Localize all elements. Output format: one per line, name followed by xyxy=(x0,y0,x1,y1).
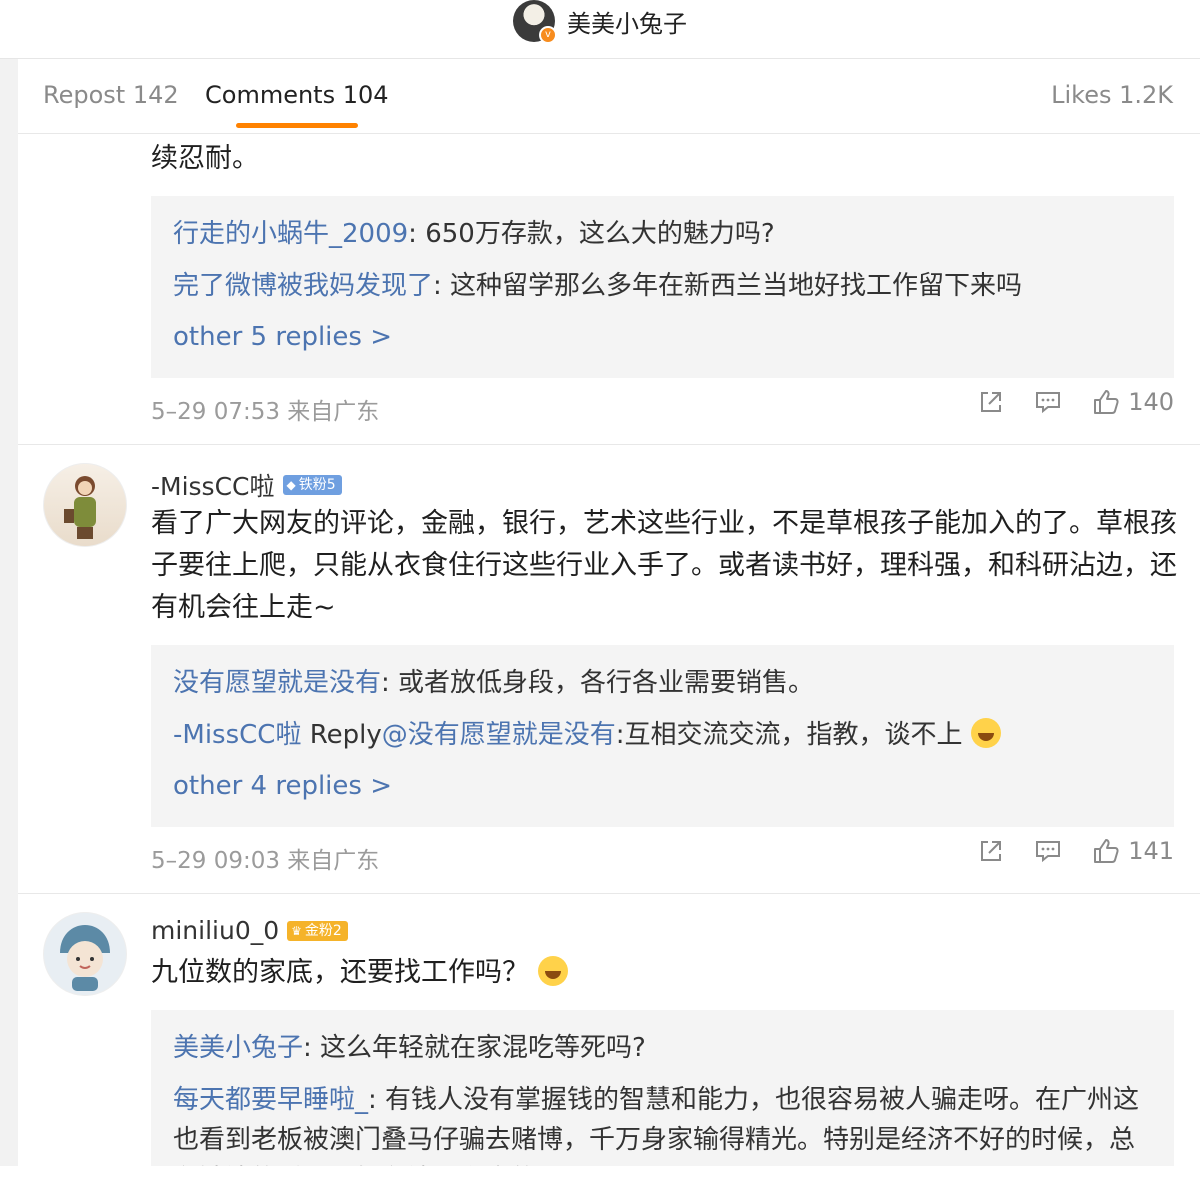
share-icon xyxy=(981,392,1002,412)
reply-line: 完了微博被我妈发现了: 这种留学那么多年在新西兰当地好找工作留下来吗 xyxy=(173,260,1152,312)
fan-badge: ◆ 铁粉5 xyxy=(282,475,342,495)
author-row: -MissCC啦 ◆ 铁粉5 xyxy=(151,467,342,503)
tab-repost[interactable]: Repost 142 xyxy=(43,81,179,109)
comment-time: 5–29 07:53 来自广东 xyxy=(151,399,380,425)
comment-item: -MissCC啦 ◆ 铁粉5 看了广大网友的评论，金融，银行，艺术这些行业，不是草… xyxy=(18,445,1200,894)
owner-name[interactable]: 美美小兔子 xyxy=(567,4,687,39)
comment-text-content: 九位数的家底，还要找工作吗？ xyxy=(151,957,529,988)
comment-text: 续忍耐。 xyxy=(151,143,259,174)
avatar[interactable] xyxy=(43,912,127,996)
reply-text: :互相交流交流，指教，谈不上 xyxy=(615,720,963,750)
comment-icon xyxy=(1036,841,1061,863)
avatar-illustration xyxy=(64,476,96,539)
author-row: miniliu0_0 ♛ 金粉2 xyxy=(151,916,348,945)
comment-actions: 141 xyxy=(948,837,1174,865)
reply-line: 没有愿望就是没有: 或者放低身段，各行各业需要销售。 xyxy=(173,657,1152,709)
reply-user[interactable]: 每天都要早睡啦_ xyxy=(173,1085,368,1115)
reply-line: 每天都要早睡啦_: 有钱人没有掌握钱的智慧和能力，也很容易被人骗走呀。在广州这也… xyxy=(173,1080,1152,1166)
active-tab-indicator xyxy=(236,123,358,128)
reply-user[interactable]: 完了微博被我妈发现了 xyxy=(173,271,433,301)
share-button[interactable] xyxy=(978,838,1004,864)
reply-mention[interactable]: @没有愿望就是没有 xyxy=(382,720,616,750)
left-gutter xyxy=(0,59,18,1166)
cry-emoji xyxy=(537,956,568,986)
author-name[interactable]: -MissCC啦 xyxy=(151,467,275,503)
reply-line: 美美小兔子: 这么年轻就在家混吃等死吗? xyxy=(173,1022,1152,1074)
top-bar: v 美美小兔子 xyxy=(0,0,1200,59)
reply-box[interactable]: 行走的小蜗牛_2009: 650万存款，这么大的魅力吗? 完了微博被我妈发现了:… xyxy=(151,196,1174,378)
more-replies-link[interactable]: other 5 replies > xyxy=(173,312,1152,362)
avatar[interactable] xyxy=(43,463,127,547)
reply-text: : 这么年轻就在家混吃等死吗? xyxy=(303,1033,646,1063)
like-button[interactable]: 140 xyxy=(1092,388,1174,416)
laugh-cry-emoji xyxy=(970,718,1001,748)
share-button[interactable] xyxy=(978,389,1004,415)
fan-badge: ♛ 金粉2 xyxy=(287,920,348,941)
like-button[interactable]: 141 xyxy=(1092,837,1174,865)
tab-bar: Repost 142 Comments 104 Likes 1.2K xyxy=(18,59,1200,134)
reply-user[interactable]: -MissCC啦 xyxy=(173,720,301,750)
reply-line: 行走的小蜗牛_2009: 650万存款，这么大的魅力吗? xyxy=(173,208,1152,260)
like-count: 140 xyxy=(1128,388,1174,416)
reply-user[interactable]: 美美小兔子 xyxy=(173,1033,303,1063)
like-count: 141 xyxy=(1128,837,1174,865)
comment-item: miniliu0_0 ♛ 金粉2 九位数的家底，还要找工作吗？ 美美小兔子: 这么… xyxy=(18,894,1200,1166)
reply-text: : 或者放低身段，各行各业需要销售。 xyxy=(381,668,815,698)
reply-line: -MissCC啦 Reply@没有愿望就是没有:互相交流交流，指教，谈不上 xyxy=(173,709,1152,761)
reply-user[interactable]: 没有愿望就是没有 xyxy=(173,668,381,698)
comment-button[interactable] xyxy=(1034,389,1062,415)
avatar-illustration xyxy=(60,925,110,991)
tab-likes[interactable]: Likes 1.2K xyxy=(1051,81,1173,109)
reply-box[interactable]: 美美小兔子: 这么年轻就在家混吃等死吗? 每天都要早睡啦_: 有钱人没有掌握钱的… xyxy=(151,1010,1174,1166)
share-icon xyxy=(981,841,1002,861)
like-icon xyxy=(1094,390,1119,414)
comment-meta: 5–29 07:53 来自广东 140 xyxy=(18,378,1200,444)
comment-feed[interactable]: 续忍耐。 行走的小蜗牛_2009: 650万存款，这么大的魅力吗? 完了微博被我… xyxy=(18,134,1200,1166)
more-replies-link[interactable]: other 4 replies > xyxy=(173,761,1152,811)
comment-text: 九位数的家底，还要找工作吗？ xyxy=(151,952,1181,994)
verified-badge: v xyxy=(539,26,557,44)
fan-badge-label: 铁粉5 xyxy=(298,477,336,493)
crown-icon: ♛ xyxy=(291,923,302,938)
reply-text: : 这种留学那么多年在新西兰当地好找工作留下来吗 xyxy=(433,271,1023,301)
comment-meta: 5–29 09:03 来自广东 141 xyxy=(18,827,1200,893)
reply-label: Reply xyxy=(301,720,382,750)
comment-time: 5–29 09:03 来自广东 xyxy=(151,848,380,874)
comment-actions: 140 xyxy=(948,388,1174,416)
tab-comments[interactable]: Comments 104 xyxy=(205,81,389,109)
author-name[interactable]: miniliu0_0 xyxy=(151,916,279,945)
reply-user[interactable]: 行走的小蜗牛_2009 xyxy=(173,219,408,249)
comment-button[interactable] xyxy=(1034,838,1062,864)
diamond-icon: ◆ xyxy=(286,478,296,492)
reply-box[interactable]: 没有愿望就是没有: 或者放低身段，各行各业需要销售。 -MissCC啦 Repl… xyxy=(151,645,1174,827)
comment-text: 看了广大网友的评论，金融，银行，艺术这些行业，不是草根孩子能加入的了。草根孩子要… xyxy=(151,508,1177,623)
owner-avatar[interactable]: v xyxy=(513,0,557,44)
comment-icon xyxy=(1036,392,1061,414)
comment-item: 续忍耐。 行走的小蜗牛_2009: 650万存款，这么大的魅力吗? 完了微博被我… xyxy=(18,138,1200,445)
reply-text: : 650万存款，这么大的魅力吗? xyxy=(408,219,775,249)
fan-badge-label: 金粉2 xyxy=(304,922,342,939)
like-icon xyxy=(1094,839,1119,863)
